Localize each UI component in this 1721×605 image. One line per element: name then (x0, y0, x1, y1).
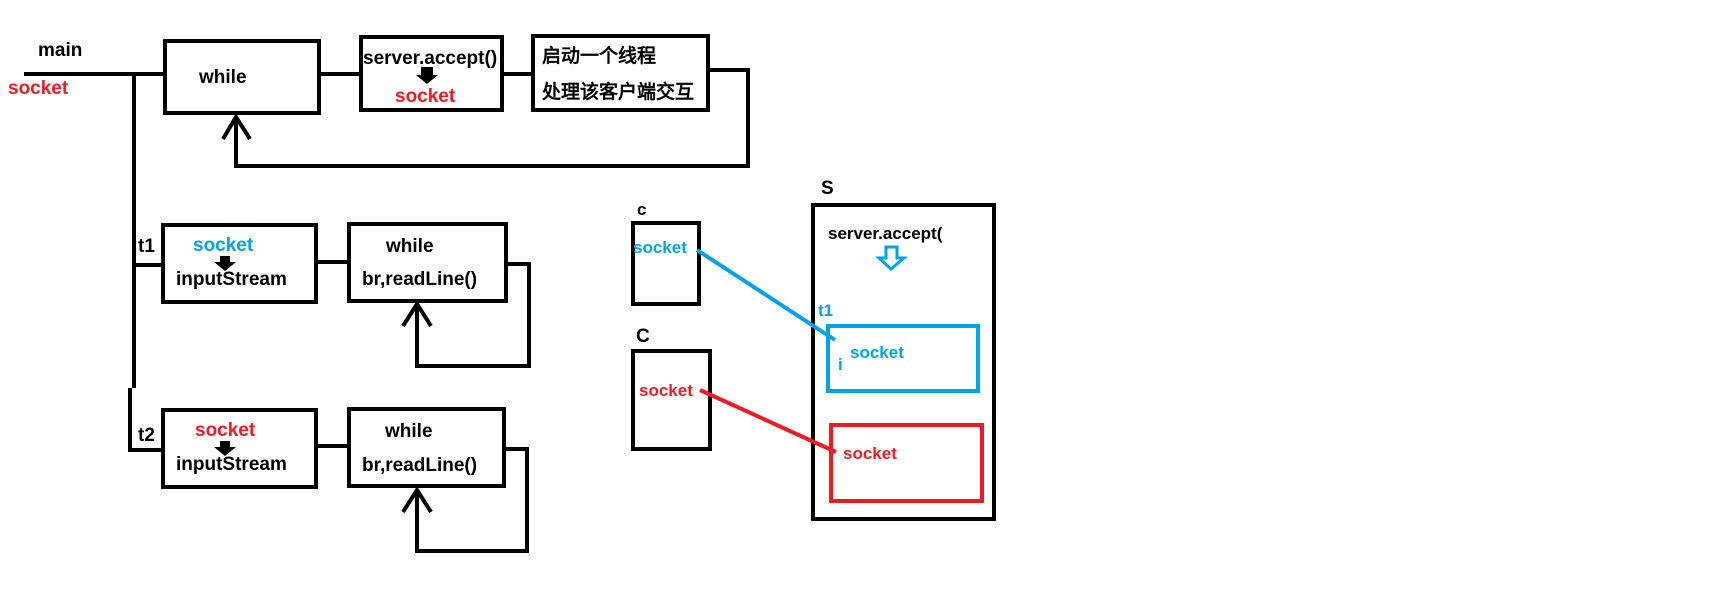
t1-label: t1 (138, 236, 155, 257)
t1-stream-label: inputStream (176, 269, 287, 290)
t2-socket-label: socket (195, 420, 256, 441)
socket-thread-diagram: main socket while server.accept() socket… (8, 34, 996, 553)
t1-socket-label: socket (193, 235, 254, 256)
t2-stream-label: inputStream (176, 454, 287, 475)
client1-socket-label: socket (633, 238, 687, 257)
main-label: main (38, 40, 82, 61)
client2-socket-label: socket (639, 381, 693, 400)
accept-label: server.accept() (363, 48, 497, 69)
server-thread-marker: i (838, 355, 843, 374)
accept-socket-label: socket (395, 86, 456, 107)
start-thread-line1: 启动一个线程 (542, 44, 656, 67)
server-socket1-label: socket (850, 343, 904, 362)
t2-while-label: while (384, 421, 433, 442)
server-accept-label: server.accept( (828, 224, 943, 243)
main-while-label: while (198, 67, 247, 88)
server-thread-label: t1 (818, 301, 833, 320)
client1-box (631, 221, 701, 306)
client2-box (631, 349, 712, 451)
main-socket-label: socket (8, 78, 69, 99)
server-label: S (821, 178, 834, 199)
start-thread-line2: 处理该客户端交互 (541, 80, 694, 103)
client1-label: c (637, 200, 646, 219)
thread-branch-line (128, 74, 163, 452)
t2-read-label: br,readLine() (362, 455, 477, 476)
t1-read-label: br,readLine() (362, 269, 477, 290)
t2-label: t2 (138, 425, 155, 446)
server-socket2-label: socket (843, 444, 897, 463)
t1-while-label: while (385, 236, 434, 257)
client2-label: C (636, 326, 650, 347)
